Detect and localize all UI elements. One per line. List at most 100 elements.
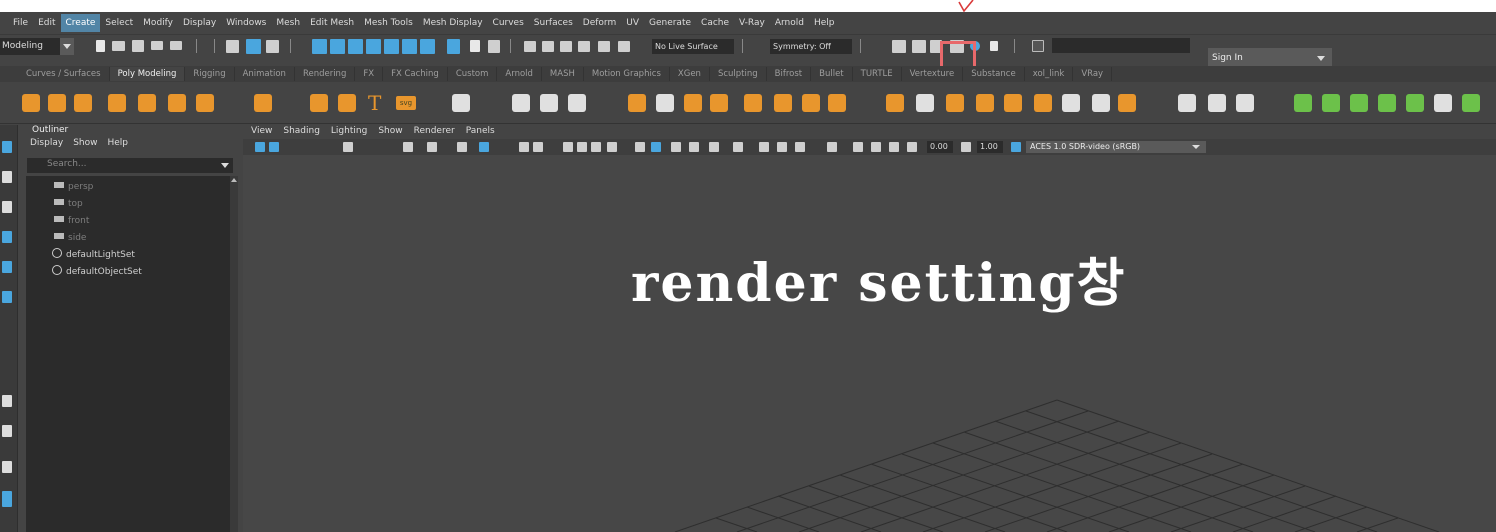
safe-action-icon[interactable] — [591, 142, 601, 152]
xray-joints-icon[interactable] — [907, 142, 917, 152]
xray-icon[interactable] — [871, 142, 881, 152]
menu-generate[interactable]: Generate — [644, 14, 696, 32]
shelf-tab-animation[interactable]: Animation — [235, 67, 295, 81]
menu-edit-mesh[interactable]: Edit Mesh — [305, 14, 359, 32]
grease-pencil-icon[interactable] — [427, 142, 437, 152]
select-hierarchy-icon[interactable] — [226, 40, 239, 53]
outliner-search-input[interactable]: Search... — [27, 158, 233, 173]
outliner-item-front[interactable]: front — [54, 214, 89, 228]
render-current-frame-icon[interactable] — [912, 40, 926, 53]
smooth-icon[interactable] — [684, 94, 702, 112]
open-scene-icon[interactable] — [112, 41, 125, 51]
snap-bisector-icon[interactable] — [420, 39, 435, 54]
bridge-icon[interactable] — [802, 94, 820, 112]
color-space-dropdown[interactable]: ACES 1.0 SDR-video (sRGB) — [1026, 141, 1206, 153]
menu-surfaces[interactable]: Surfaces — [529, 14, 578, 32]
menu-mesh[interactable]: Mesh — [271, 14, 305, 32]
chevron-down-icon[interactable] — [221, 163, 229, 168]
target-weld-icon[interactable] — [946, 94, 964, 112]
exposure-field[interactable]: 0.00 — [927, 141, 953, 153]
undo-icon[interactable] — [151, 41, 163, 50]
boolean-icon[interactable] — [710, 94, 728, 112]
poly-cube-icon[interactable] — [48, 94, 66, 112]
menu-set-dropdown[interactable] — [60, 38, 74, 55]
help-line-icon[interactable] — [447, 39, 460, 54]
shelf-tab-rigging[interactable]: Rigging — [185, 67, 235, 81]
menu-file[interactable]: File — [8, 14, 33, 32]
use-lights-icon[interactable] — [709, 142, 719, 152]
conform-icon[interactable] — [1118, 94, 1136, 112]
menu-help[interactable]: Help — [809, 14, 840, 32]
smooth-shade-icon[interactable] — [651, 142, 661, 152]
lasso-tool-icon[interactable] — [2, 171, 12, 183]
color-management-icon[interactable] — [1011, 142, 1021, 152]
lock-icon[interactable] — [470, 40, 480, 52]
outliner-item-default-object-set[interactable]: defaultObjectSet — [52, 265, 142, 279]
save-scene-icon[interactable] — [132, 40, 144, 52]
uv-settings-icon[interactable] — [540, 94, 558, 112]
snap-projected-icon[interactable] — [402, 39, 417, 54]
snap-live-icon[interactable] — [384, 39, 399, 54]
anti-aliasing-icon[interactable] — [795, 142, 805, 152]
insert-edge-loop-icon[interactable] — [886, 94, 904, 112]
menu-edit[interactable]: Edit — [33, 14, 60, 32]
poly-platonic-icon[interactable] — [254, 94, 272, 112]
redo-icon[interactable] — [170, 41, 182, 50]
viewport-menu-shading[interactable]: Shading — [283, 126, 331, 136]
menu-arnold[interactable]: Arnold — [770, 14, 809, 32]
reflection-icon[interactable] — [578, 41, 590, 52]
wedge-icon[interactable] — [1062, 94, 1080, 112]
shelf-tab-sculpting[interactable]: Sculpting — [710, 67, 767, 81]
svg-tool-icon[interactable]: svg — [396, 96, 416, 110]
outliner-scrollbar[interactable] — [230, 176, 238, 532]
viewport-menu-lighting[interactable]: Lighting — [331, 126, 378, 136]
image-plane-icon[interactable] — [403, 142, 413, 152]
select-component-icon[interactable] — [266, 40, 279, 53]
sculpt-brush-icon[interactable] — [1236, 94, 1254, 112]
symmetry-tool-icon[interactable] — [542, 41, 554, 52]
menu-vray[interactable]: V-Ray — [734, 14, 770, 32]
shelf-tab-motion-graphics[interactable]: Motion Graphics — [584, 67, 670, 81]
bookmark-icon[interactable] — [343, 142, 353, 152]
outliner-item-default-light-set[interactable]: defaultLightSet — [52, 248, 135, 262]
snap-view-plane-icon[interactable] — [366, 39, 381, 54]
2d-pan-zoom-icon[interactable] — [457, 142, 467, 152]
poke-icon[interactable] — [1034, 94, 1052, 112]
checker-icon[interactable] — [1434, 94, 1452, 112]
motion-blur-icon[interactable] — [777, 142, 787, 152]
safe-title-icon[interactable] — [607, 142, 617, 152]
menu-uv[interactable]: UV — [621, 14, 644, 32]
outliner-menu-show[interactable]: Show — [73, 138, 97, 148]
extrude-icon[interactable] — [774, 94, 792, 112]
select-object-icon[interactable] — [246, 39, 261, 54]
menu-display[interactable]: Display — [178, 14, 221, 32]
menu-curves[interactable]: Curves — [488, 14, 529, 32]
gate-mask-icon[interactable] — [563, 142, 573, 152]
shelf-tab-vray[interactable]: VRay — [1073, 67, 1113, 81]
isolate-select-icon[interactable] — [853, 142, 863, 152]
menu-cache[interactable]: Cache — [696, 14, 734, 32]
field-chart-icon[interactable] — [577, 142, 587, 152]
viewport-canvas[interactable]: render setting창 — [243, 155, 1496, 532]
shelf-tab-turtle[interactable]: TURTLE — [853, 67, 902, 81]
soft-select-icon[interactable] — [560, 41, 572, 52]
snap-curve-icon[interactable] — [330, 39, 345, 54]
pause-icon[interactable] — [990, 41, 998, 51]
input-output-icon[interactable] — [488, 40, 500, 53]
grid-toggle-icon[interactable] — [479, 142, 489, 152]
shelf-tab-substance[interactable]: Substance — [963, 67, 1025, 81]
menu-deform[interactable]: Deform — [578, 14, 621, 32]
poly-torus-icon[interactable] — [138, 94, 156, 112]
new-scene-icon[interactable] — [96, 40, 105, 52]
move-tool-icon[interactable] — [2, 231, 12, 243]
layout-four-icon[interactable] — [2, 425, 12, 437]
menu-mesh-tools[interactable]: Mesh Tools — [359, 14, 418, 32]
shelf-tab-xol-link[interactable]: xol_link — [1025, 67, 1074, 81]
outliner-menu-help[interactable]: Help — [107, 138, 128, 148]
separate-icon[interactable] — [656, 94, 674, 112]
quad-draw-icon[interactable] — [1178, 94, 1196, 112]
camera-attributes-icon[interactable] — [269, 142, 279, 152]
uv-editor-icon[interactable] — [452, 94, 470, 112]
poly-cone-icon[interactable] — [108, 94, 126, 112]
layout-outliner-icon[interactable] — [2, 491, 12, 507]
